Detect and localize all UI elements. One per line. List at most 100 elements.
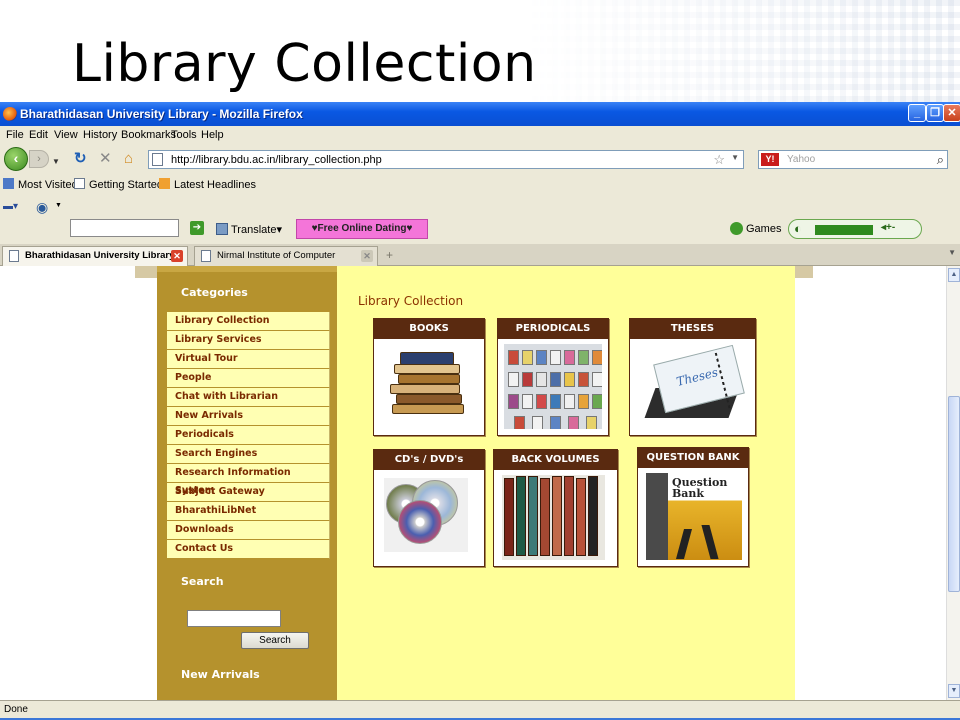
question-bank-image-text: Question Bank — [672, 476, 728, 500]
sidebar-item-chat-with-librarian[interactable]: Chat with Librarian — [167, 388, 330, 407]
radio-player-widget[interactable]: ◐ ◂+- — [788, 219, 922, 239]
sidebar-item-subject-gateway[interactable]: Subject Gateway — [167, 483, 330, 502]
toolbar-input[interactable] — [70, 219, 179, 237]
yahoo-icon[interactable]: Y! — [761, 153, 779, 166]
translate-button[interactable]: Translate▾ — [216, 223, 282, 236]
sidebar-item-library-services[interactable]: Library Services — [167, 331, 330, 350]
books-box[interactable]: BOOKS — [373, 318, 485, 436]
new-tab-icon[interactable]: + — [386, 248, 393, 262]
status-bar: Done — [0, 700, 960, 718]
question-bank-box[interactable]: QUESTION BANK Question Bank — [637, 447, 749, 567]
close-tab-icon[interactable]: ✕ — [361, 250, 373, 262]
tab-nirmal[interactable]: Nirmal Institute of Computer Expertise ✕ — [194, 246, 378, 279]
slide-title: Library Collection — [72, 34, 537, 94]
sidebar-item-bharathilibnet[interactable]: BharathiLibNet — [167, 502, 330, 521]
free-dating-button[interactable]: ♥Free Online Dating♥ — [296, 219, 428, 239]
history-dropdown-icon[interactable]: ▼ — [52, 154, 60, 170]
scroll-down-icon[interactable]: ▼ — [948, 684, 960, 698]
sidebar-item-research-information-system[interactable]: Research Information System — [167, 464, 330, 496]
magnifier-icon[interactable]: ⌕ — [937, 152, 944, 168]
radio-volume-bar[interactable] — [815, 225, 873, 235]
theses-image[interactable]: Theses — [636, 344, 749, 429]
go-arrow-icon[interactable]: ➔ — [190, 221, 204, 235]
sidebar-item-search-engines[interactable]: Search Engines — [167, 445, 330, 464]
globe-icon[interactable]: ◉ — [36, 199, 48, 216]
menu-history[interactable]: History — [83, 129, 117, 141]
vertical-scrollbar[interactable]: ▲ ▼ — [946, 266, 960, 700]
scrollbar-thumb[interactable] — [948, 396, 960, 592]
close-tab-icon[interactable]: ✕ — [171, 250, 183, 262]
bookmark-most-visited[interactable]: Most Visited — [3, 178, 78, 191]
books-image[interactable] — [380, 344, 478, 429]
menu-view[interactable]: View — [54, 129, 78, 141]
tab-list-dropdown-icon[interactable]: ▼ — [948, 248, 956, 257]
page-icon — [201, 250, 211, 262]
search-placeholder: Yahoo — [787, 154, 816, 165]
menu-file[interactable]: File — [6, 129, 24, 141]
back-volumes-box[interactable]: BACK VOLUMES — [493, 449, 618, 567]
home-icon[interactable]: ⌂ — [124, 151, 133, 167]
volume-controls-icon[interactable]: ◂+- — [881, 222, 895, 233]
page-viewport: Categories Library Collection Library Se… — [0, 266, 946, 700]
games-icon — [730, 222, 743, 235]
status-text: Done — [4, 704, 28, 715]
sidebar-item-downloads[interactable]: Downloads — [167, 521, 330, 540]
sidebar-item-periodicals[interactable]: Periodicals — [167, 426, 330, 445]
sidebar-item-new-arrivals[interactable]: New Arrivals — [167, 407, 330, 426]
menu-tools[interactable]: Tools — [171, 129, 197, 141]
url-text: http://library.bdu.ac.in/library_collect… — [171, 154, 382, 166]
sidebar-item-contact-us[interactable]: Contact Us — [167, 540, 330, 559]
tab-bharathidasan[interactable]: Bharathidasan University Library ✕ — [2, 246, 188, 266]
periodicals-box[interactable]: PERIODICALS — [497, 318, 609, 436]
search-heading: Search — [181, 575, 224, 588]
bookmark-star-icon[interactable]: ☆ — [713, 152, 725, 168]
periodicals-image[interactable] — [504, 344, 602, 429]
navigation-toolbar: ‹ › ▼ ↻ ✕ ⌂ http://library.bdu.ac.in/lib… — [0, 144, 960, 174]
page-title: Library Collection — [358, 294, 464, 308]
close-window-button[interactable]: ✕ — [943, 104, 960, 122]
globe-dropdown-icon[interactable]: ▼ — [55, 202, 62, 209]
categories-list: Library Collection Library Services Virt… — [167, 312, 330, 559]
sidebar-item-library-collection[interactable]: Library Collection — [167, 312, 330, 331]
window-title-bar: Bharathidasan University Library - Mozil… — [0, 102, 960, 126]
search-bar[interactable]: Y! Yahoo ⌕ — [758, 150, 948, 169]
menu-bookmarks[interactable]: Bookmarks — [121, 129, 176, 141]
back-volumes-image[interactable] — [502, 475, 605, 560]
sidebar: Categories Library Collection Library Se… — [157, 266, 337, 700]
scroll-up-icon[interactable]: ▲ — [948, 268, 960, 282]
theses-box[interactable]: THESES Theses — [629, 318, 756, 436]
sidebar-item-virtual-tour[interactable]: Virtual Tour — [167, 350, 330, 369]
cds-dvds-label: CD's / DVD's — [374, 450, 484, 470]
url-dropdown-icon[interactable]: ▼ — [731, 153, 739, 162]
question-bank-label: QUESTION BANK — [638, 448, 748, 468]
url-bar[interactable]: http://library.bdu.ac.in/library_collect… — [148, 150, 744, 169]
addon-toolbar: ▬▾ ◉ ▼ — [0, 194, 960, 220]
games-button[interactable]: Games — [730, 222, 781, 235]
main-content: Library Collection BOOKS PERIODICALS THE… — [337, 266, 795, 700]
back-button[interactable]: ‹ — [4, 147, 28, 171]
firefox-icon — [3, 107, 17, 121]
site-search-button[interactable]: Search — [241, 632, 309, 649]
books-label: BOOKS — [374, 319, 484, 339]
forward-button[interactable]: › — [29, 150, 49, 168]
flag-icon[interactable]: ▬▾ — [3, 201, 18, 212]
question-bank-image[interactable]: Question Bank — [646, 473, 742, 560]
restore-button[interactable]: ❐ — [926, 104, 944, 122]
menu-help[interactable]: Help — [201, 129, 224, 141]
menu-bar: File Edit View History Bookmarks Tools H… — [0, 126, 960, 144]
minimize-button[interactable]: _ — [908, 104, 926, 122]
cds-dvds-image[interactable] — [384, 478, 468, 552]
bookmark-latest-headlines[interactable]: Latest Headlines — [159, 178, 256, 191]
sidebar-top-band — [157, 266, 337, 272]
site-search-input[interactable] — [187, 610, 281, 627]
sidebar-item-people[interactable]: People — [167, 369, 330, 388]
bookmark-getting-started[interactable]: Getting Started — [74, 178, 163, 191]
stop-icon[interactable]: ✕ — [99, 151, 112, 167]
menu-edit[interactable]: Edit — [29, 129, 48, 141]
tab-bar: Bharathidasan University Library ✕ Nirma… — [0, 244, 960, 279]
reload-icon[interactable]: ↻ — [74, 151, 87, 167]
bookmarks-toolbar: Most Visited Getting Started Latest Head… — [0, 174, 960, 194]
firefox-window: Bharathidasan University Library - Mozil… — [0, 102, 960, 720]
cds-dvds-box[interactable]: CD's / DVD's — [373, 449, 485, 567]
folder-icon — [3, 178, 14, 189]
